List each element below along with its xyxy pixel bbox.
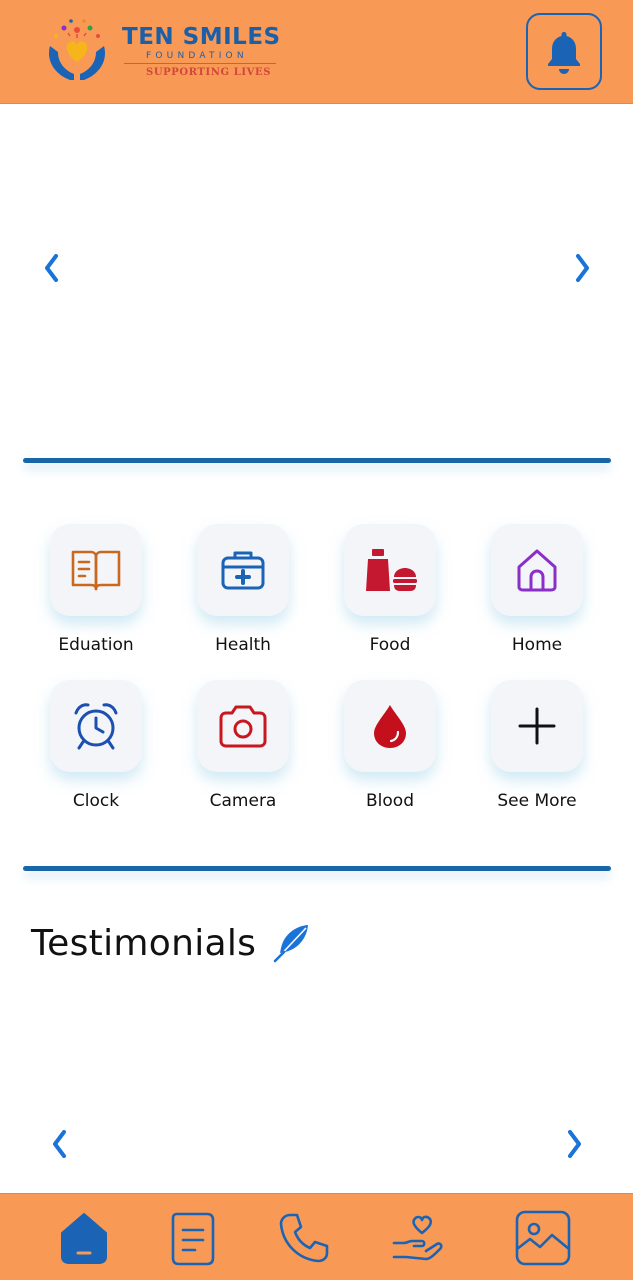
category-see-more[interactable]: See More (464, 680, 610, 811)
nav-gallery[interactable] (503, 1194, 583, 1280)
category-clock[interactable]: Clock (23, 680, 169, 811)
category-tile[interactable] (50, 524, 142, 616)
category-tile[interactable] (344, 524, 436, 616)
nav-call[interactable] (264, 1194, 344, 1280)
category-label: Eduation (58, 635, 134, 655)
testimonials-prev-button[interactable] (44, 1124, 74, 1164)
chevron-right-icon (568, 1130, 581, 1158)
category-tile[interactable] (50, 680, 142, 772)
alarm-clock-icon (74, 703, 118, 750)
gallery-icon (515, 1210, 571, 1265)
category-tile[interactable] (197, 524, 289, 616)
hero-prev-button[interactable] (36, 248, 66, 288)
bell-icon (548, 31, 580, 74)
feather-icon (273, 925, 309, 963)
category-label: Camera (209, 791, 277, 811)
logo-hands-heart-icon (48, 19, 106, 80)
category-camera[interactable]: Camera (170, 680, 316, 811)
logo-divider (124, 63, 276, 64)
plus-icon (518, 707, 556, 745)
section-divider (23, 866, 611, 871)
category-label: Home (511, 635, 563, 655)
chevron-left-icon (53, 1130, 66, 1158)
first-aid-kit-icon (221, 551, 265, 590)
category-label: See More (497, 791, 577, 811)
logo-tagline: SUPPORTING LIVES (146, 67, 272, 78)
chevron-left-icon (45, 254, 58, 282)
nav-donate[interactable] (381, 1194, 461, 1280)
ten-smiles-logo[interactable]: TEN SMILES FOUNDATION SUPPORTING LIVES (44, 16, 294, 88)
logo-subtitle: FOUNDATION (146, 51, 248, 61)
document-icon (171, 1212, 215, 1265)
testimonials-header: Testimonials (31, 922, 312, 964)
testimonials-title: Testimonials (31, 922, 257, 964)
category-food[interactable]: Food (317, 524, 463, 655)
home-icon (61, 1212, 107, 1264)
category-education[interactable]: Eduation (23, 524, 169, 655)
category-label: Blood (366, 791, 414, 811)
food-icon (366, 549, 417, 591)
blood-drop-icon (374, 705, 406, 748)
section-divider (23, 458, 611, 463)
category-label: Food (369, 635, 411, 655)
camera-icon (219, 705, 267, 748)
phone-icon (279, 1213, 329, 1262)
bottom-navigation (0, 1193, 633, 1280)
category-health[interactable]: Health (170, 524, 316, 655)
hero-next-button[interactable] (568, 248, 598, 288)
category-blood[interactable]: Blood (317, 680, 463, 811)
logo-title: TEN SMILES (122, 24, 281, 50)
nav-documents[interactable] (153, 1194, 233, 1280)
chevron-right-icon (576, 254, 589, 282)
category-tile[interactable] (491, 680, 583, 772)
category-tile[interactable] (197, 680, 289, 772)
category-home[interactable]: Home (464, 524, 610, 655)
notifications-button[interactable] (526, 13, 602, 90)
donate-hand-heart-icon (392, 1215, 443, 1260)
category-label: Clock (72, 791, 120, 811)
book-icon (71, 550, 121, 591)
category-tile[interactable] (491, 524, 583, 616)
category-tile[interactable] (344, 680, 436, 772)
nav-home[interactable] (44, 1194, 124, 1280)
testimonials-next-button[interactable] (560, 1124, 590, 1164)
house-icon (517, 549, 557, 592)
category-label: Health (215, 635, 271, 655)
app-header: TEN SMILES FOUNDATION SUPPORTING LIVES (0, 0, 633, 104)
